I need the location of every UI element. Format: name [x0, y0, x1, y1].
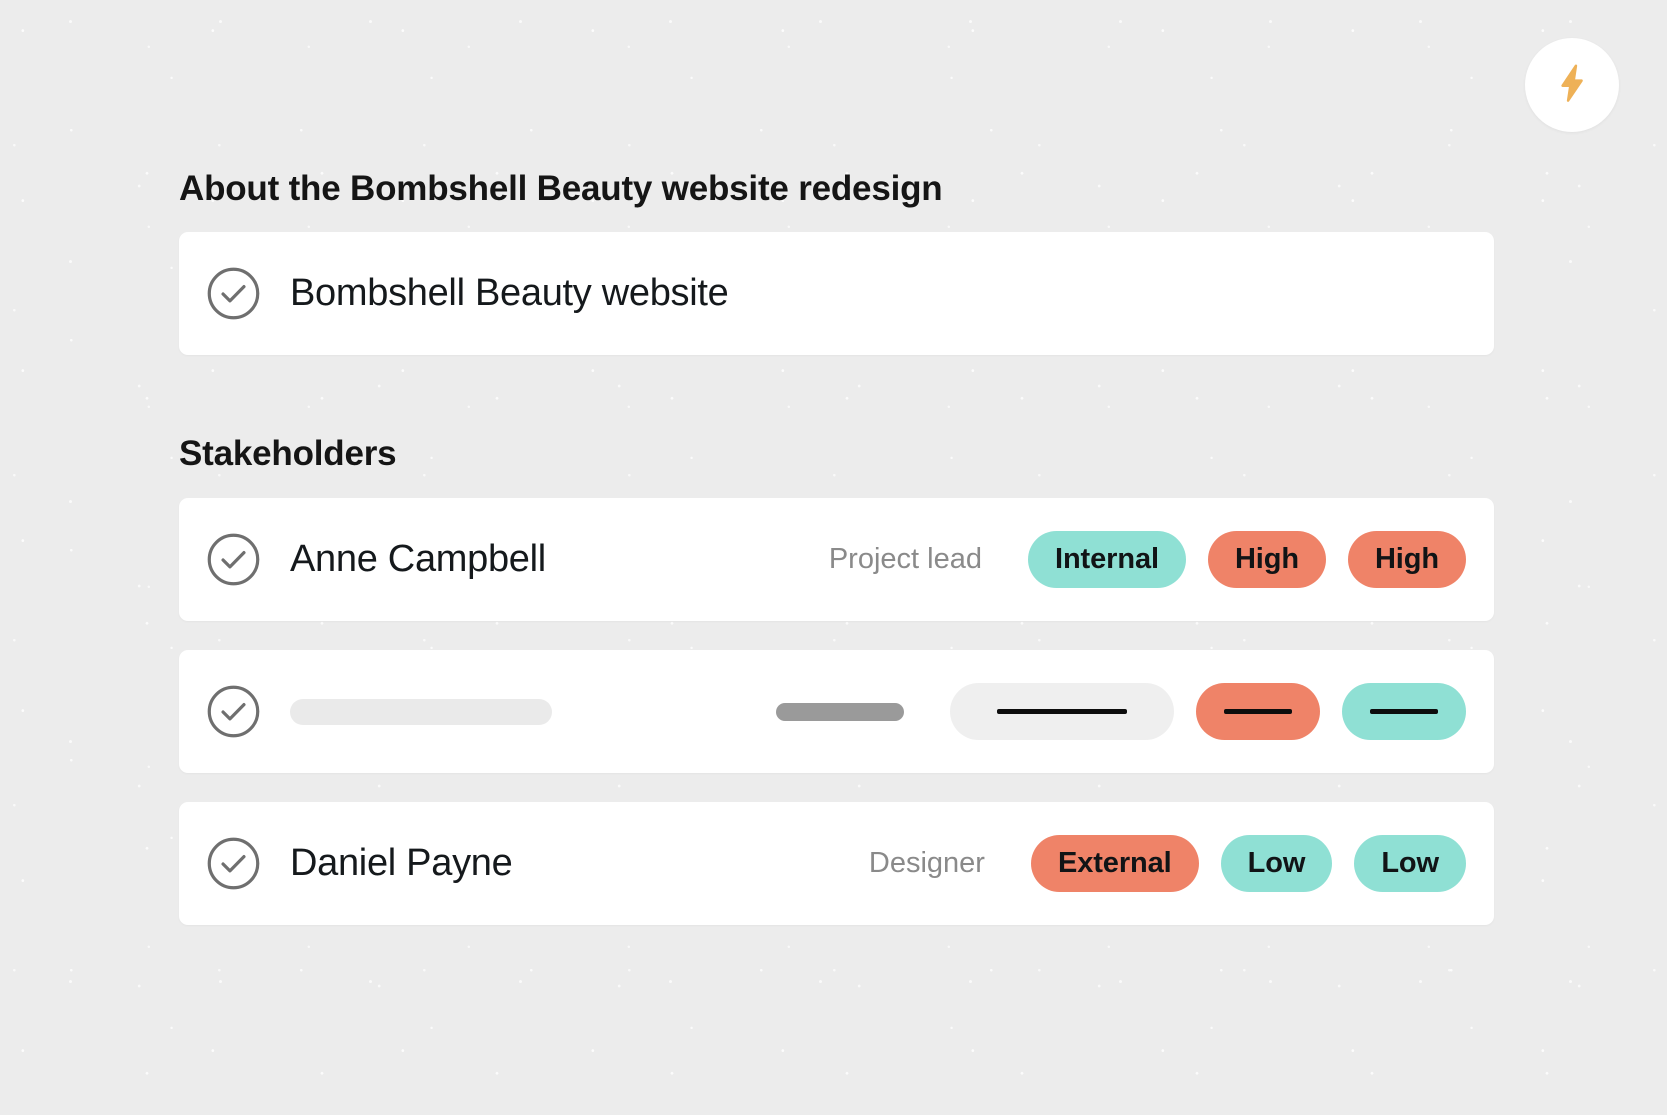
about-heading: About the Bombshell Beauty website redes… — [179, 169, 943, 208]
stakeholder-pill-influence[interactable]: High — [1207, 531, 1326, 588]
stakeholder-name: Daniel Payne — [290, 842, 513, 884]
stakeholder-role: Project lead — [828, 543, 982, 575]
redaction-line — [1370, 709, 1438, 714]
stakeholder-pill-interest-placeholder[interactable] — [1342, 683, 1466, 740]
stakeholder-pill-influence-placeholder[interactable] — [1196, 683, 1320, 740]
about-item-card[interactable]: Bombshell Beauty website — [179, 232, 1494, 355]
stakeholder-pill-interest[interactable]: Low — [1354, 835, 1466, 892]
about-item-label: Bombshell Beauty website — [290, 272, 729, 314]
stakeholders-heading: Stakeholders — [179, 434, 397, 473]
stakeholder-row[interactable]: Anne Campbell Project lead Internal High… — [179, 498, 1494, 621]
stakeholder-pill-type-placeholder[interactable] — [950, 683, 1174, 740]
stakeholder-pill-interest[interactable]: High — [1347, 531, 1466, 588]
check-circle-icon[interactable] — [205, 265, 262, 322]
lightning-bolt-button[interactable] — [1525, 38, 1619, 132]
stakeholder-row[interactable] — [179, 650, 1494, 773]
content-column: About the Bombshell Beauty website redes… — [179, 168, 1494, 925]
redaction-line — [1224, 709, 1292, 714]
stakeholder-pill-influence[interactable]: Low — [1220, 835, 1333, 892]
stakeholder-role-placeholder — [776, 702, 904, 721]
check-circle-icon[interactable] — [205, 835, 262, 892]
stakeholder-role: Designer — [868, 847, 985, 879]
stakeholder-pill-type[interactable]: Internal — [1027, 531, 1186, 588]
redaction-line — [997, 709, 1127, 714]
check-circle-icon[interactable] — [205, 531, 262, 588]
page-root: About the Bombshell Beauty website redes… — [0, 0, 1667, 1115]
stakeholder-name: Anne Campbell — [290, 538, 546, 580]
stakeholder-row[interactable]: Daniel Payne Designer External Low Low — [179, 802, 1494, 925]
check-circle-icon[interactable] — [205, 683, 262, 740]
lightning-bolt-icon — [1550, 61, 1594, 110]
stakeholder-name-placeholder — [290, 698, 552, 725]
stakeholder-pill-type[interactable]: External — [1030, 835, 1199, 892]
